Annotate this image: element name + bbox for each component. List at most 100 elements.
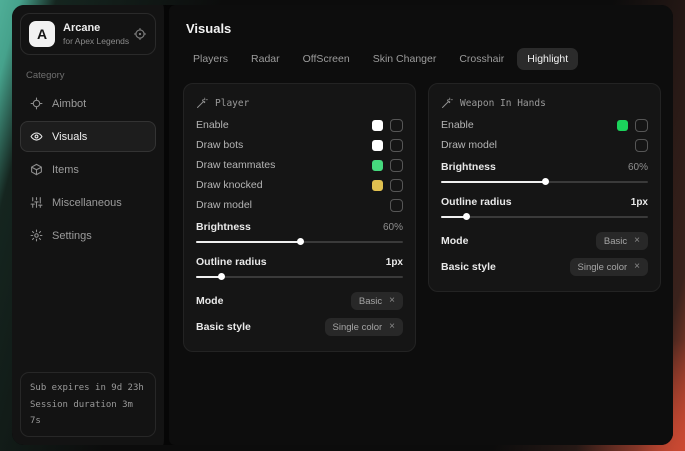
setting-controls <box>372 119 403 132</box>
slider-track-bg <box>441 216 648 218</box>
selected-option-tag[interactable]: Single color × <box>325 318 403 336</box>
tab-players[interactable]: Players <box>183 48 238 70</box>
sidebar-item-label: Aimbot <box>52 98 86 110</box>
slider-value: 1px <box>631 197 648 208</box>
panel-title: Player <box>196 97 403 109</box>
setting-controls <box>390 199 403 212</box>
eye-icon <box>30 130 43 143</box>
tag-remove-icon[interactable]: × <box>634 262 640 272</box>
tab-offscreen[interactable]: OffScreen <box>293 48 360 70</box>
slider-track-bg <box>196 276 403 278</box>
tag-row-basic-style: Basic style Single color × <box>196 314 403 340</box>
slider-track[interactable] <box>441 212 648 223</box>
tab-crosshair[interactable]: Crosshair <box>449 48 514 70</box>
page-title: Visuals <box>186 21 661 36</box>
slider-label: Brightness <box>441 161 496 173</box>
panels-container: Player Enable Draw bots Draw teammates Draw … <box>183 83 661 352</box>
slider-knob[interactable] <box>463 213 470 220</box>
session-duration-text: Session duration 3m 7s <box>30 397 146 429</box>
brand-text: Arcane for Apex Legends <box>63 22 125 46</box>
panel-title-label: Weapon In Hands <box>460 98 546 109</box>
tag-row-label: Mode <box>196 295 223 307</box>
slider-track[interactable] <box>196 237 403 248</box>
sidebar-nav: Aimbot Visuals ItemsMiscellaneous Settings <box>20 88 156 251</box>
sidebar-item-aimbot[interactable]: Aimbot <box>20 88 156 119</box>
sidebar-item-visuals[interactable]: Visuals <box>20 121 156 152</box>
slider-knob[interactable] <box>218 273 225 280</box>
setting-row-enable: Enable <box>441 115 648 135</box>
app-logo: A <box>29 21 55 47</box>
color-swatch[interactable] <box>372 140 383 151</box>
checkbox[interactable] <box>390 179 403 192</box>
tag-row-label: Basic style <box>196 321 251 333</box>
tag-label: Single color <box>333 322 383 333</box>
selected-option-tag[interactable]: Basic × <box>351 292 403 310</box>
setting-label: Draw bots <box>196 139 243 151</box>
tab-highlight[interactable]: Highlight <box>517 48 578 70</box>
setting-label: Draw teammates <box>196 159 275 171</box>
slider-row-brightness: Brightness60% <box>196 218 403 248</box>
slider-knob[interactable] <box>297 238 304 245</box>
checkbox[interactable] <box>390 159 403 172</box>
setting-controls <box>372 179 403 192</box>
slider-row-outline-radius: Outline radius1px <box>196 253 403 283</box>
checkbox[interactable] <box>635 119 648 132</box>
subscription-info: Sub expires in 9d 23h Session duration 3… <box>20 372 156 437</box>
setting-row-draw-knocked: Draw knocked <box>196 175 403 195</box>
panel-title-label: Player <box>215 98 249 109</box>
checkbox[interactable] <box>390 119 403 132</box>
tag-label: Single color <box>578 262 628 273</box>
tag-row-label: Mode <box>441 235 468 247</box>
setting-label: Draw knocked <box>196 179 263 191</box>
setting-label: Enable <box>441 119 474 131</box>
sidebar-item-settings[interactable]: Settings <box>20 220 156 251</box>
sidebar-item-items[interactable]: Items <box>20 154 156 185</box>
tag-row-basic-style: Basic styleSingle color× <box>441 254 648 280</box>
tag-remove-icon[interactable]: × <box>389 322 395 332</box>
slider-value: 60% <box>383 222 403 233</box>
checkbox[interactable] <box>390 199 403 212</box>
target-icon[interactable] <box>133 27 147 41</box>
sidebar-item-label: Visuals <box>52 131 87 143</box>
category-label: Category <box>26 70 150 81</box>
slider-row-brightness: Brightness 60% <box>441 158 648 188</box>
slider-head: Outline radius1px <box>196 253 403 271</box>
slider-track[interactable] <box>441 177 648 188</box>
sub-expires-text: Sub expires in 9d 23h <box>30 380 146 396</box>
cube-icon <box>30 163 43 176</box>
slider-knob[interactable] <box>542 178 549 185</box>
tab-skin-changer[interactable]: Skin Changer <box>363 48 447 70</box>
slider-label: Outline radius <box>441 196 512 208</box>
app-window: A Arcane for Apex Legends Category Aimbo… <box>12 5 673 445</box>
checkbox[interactable] <box>635 139 648 152</box>
slider-track[interactable] <box>196 272 403 283</box>
setting-row-draw-bots: Draw bots <box>196 135 403 155</box>
setting-controls <box>372 139 403 152</box>
sliders-icon <box>30 196 43 209</box>
slider-label: Outline radius <box>196 256 267 268</box>
color-swatch[interactable] <box>372 120 383 131</box>
sidebar: A Arcane for Apex Legends Category Aimbo… <box>12 5 169 445</box>
sidebar-item-miscellaneous[interactable]: Miscellaneous <box>20 187 156 218</box>
color-swatch[interactable] <box>372 160 383 171</box>
slider-value: 60% <box>628 162 648 173</box>
panel-weapon-in-hands: Weapon In HandsEnableDraw modelBrightnes… <box>428 83 661 292</box>
tag-remove-icon[interactable]: × <box>634 236 640 246</box>
tag-row-mode: Mode Basic × <box>196 288 403 314</box>
panel-player: PlayerEnableDraw botsDraw teammatesDraw … <box>183 83 416 352</box>
setting-label: Draw model <box>196 199 252 211</box>
wand-icon <box>196 97 208 109</box>
checkbox[interactable] <box>390 139 403 152</box>
tab-radar[interactable]: Radar <box>241 48 290 70</box>
selected-option-tag[interactable]: Single color × <box>570 258 648 276</box>
color-swatch[interactable] <box>617 120 628 131</box>
tab-bar: PlayersRadarOffScreenSkin ChangerCrossha… <box>183 48 661 70</box>
sidebar-item-label: Settings <box>52 230 92 242</box>
tag-remove-icon[interactable]: × <box>389 296 395 306</box>
slider-head: Brightness60% <box>196 218 403 236</box>
selected-option-tag[interactable]: Basic× <box>596 232 648 250</box>
slider-fill <box>441 181 545 183</box>
tag-label: Basic <box>359 296 382 307</box>
color-swatch[interactable] <box>372 180 383 191</box>
setting-row-draw-model: Draw model <box>196 195 403 215</box>
